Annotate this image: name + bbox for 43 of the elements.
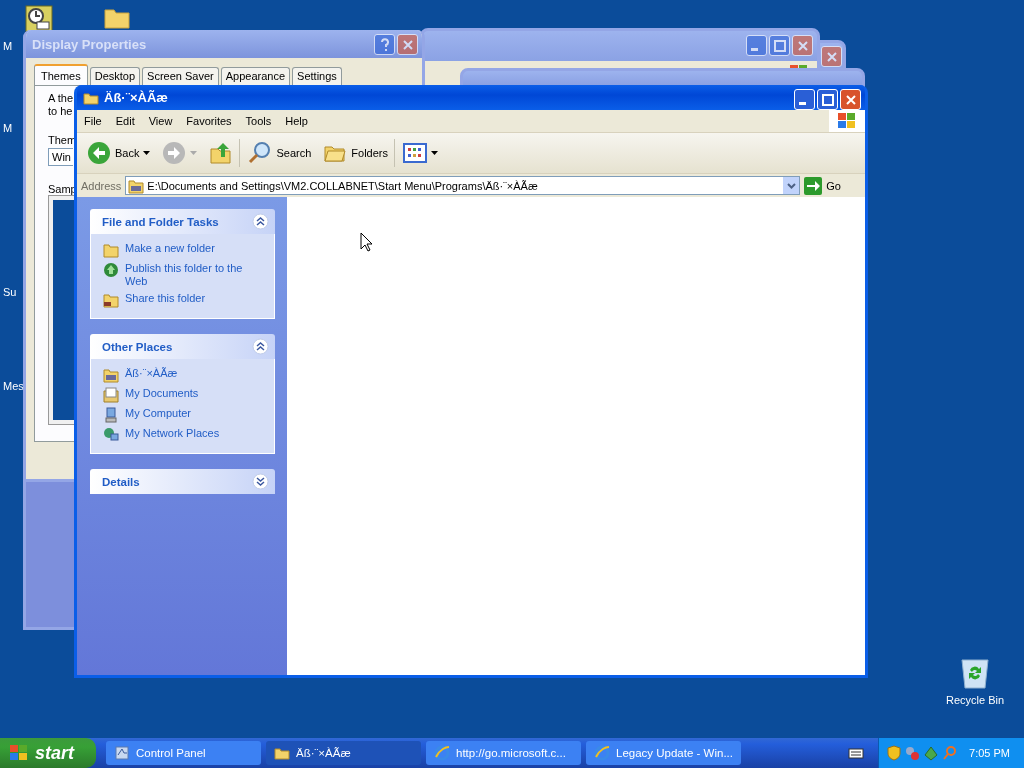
tab[interactable]: Themes	[34, 64, 88, 85]
description-text: to he	[48, 105, 73, 117]
pane-header[interactable]: Other Places	[90, 334, 275, 359]
pane-link[interactable]: My Computer	[125, 407, 265, 420]
window-title: Display Properties	[32, 36, 147, 52]
menu-item[interactable]: View	[141, 115, 180, 127]
theme-dropdown[interactable]: Win	[48, 148, 73, 166]
tab[interactable]: Desktop	[89, 67, 141, 85]
folders-button[interactable]: Folders	[319, 139, 395, 167]
start-button[interactable]: start	[0, 738, 96, 768]
tab[interactable]: Screen Saver	[142, 67, 219, 85]
tab[interactable]: Appearance	[220, 67, 291, 85]
taskbar-button[interactable]: Legacy Update - Win...	[586, 741, 741, 765]
pane-link[interactable]: My Documents	[125, 387, 265, 400]
desktop-icon-label: M	[3, 40, 13, 52]
menu-item[interactable]: File	[77, 115, 109, 127]
pane-link[interactable]: Share this folder	[125, 292, 265, 305]
taskbar-button[interactable]: Control Panel	[106, 741, 261, 765]
menu-item[interactable]: Favorites	[179, 115, 239, 127]
back-button[interactable]: Back	[83, 139, 155, 167]
address-label: Address	[81, 179, 122, 192]
desktop-icon-label: Su	[3, 286, 17, 298]
desktop-icon-label: M	[3, 122, 13, 134]
clock: 7:05 PM	[969, 747, 1011, 759]
search-button[interactable]: Search	[244, 139, 316, 167]
pane-link[interactable]: Äß·¨×ÀÃæ	[125, 367, 265, 380]
pane-header[interactable]: File and Folder Tasks	[90, 209, 275, 234]
desktop-icon-label: Mes	[3, 380, 24, 392]
pane-header[interactable]: Details	[90, 469, 275, 494]
recycle-bin-label[interactable]: Recycle Bin	[945, 694, 1005, 706]
menu-item[interactable]: Tools	[238, 115, 279, 127]
pane-link[interactable]: My Network Places	[125, 427, 265, 440]
taskbar-button[interactable]: Äß·¨×ÀÃæ	[266, 741, 421, 765]
pane-link[interactable]: Make a new folder	[125, 242, 265, 255]
tab[interactable]: Settings	[292, 67, 342, 85]
pane-link[interactable]: Publish this folder to the Web	[125, 262, 265, 288]
window-title: Äß·¨×ÀÃæ	[104, 90, 168, 105]
taskbar-button[interactable]: http://go.microsoft.c...	[426, 741, 581, 765]
description-text: A the	[48, 92, 74, 104]
menu-item[interactable]: Help	[278, 115, 315, 127]
address-field[interactable]: E:\Documents and Settings\VM2.COLLABNET\Start Menu\Programs\Äß·¨×ÀÃæ	[125, 176, 801, 195]
go-button[interactable]: Go	[804, 176, 861, 195]
menu-item[interactable]: Edit	[108, 115, 142, 127]
